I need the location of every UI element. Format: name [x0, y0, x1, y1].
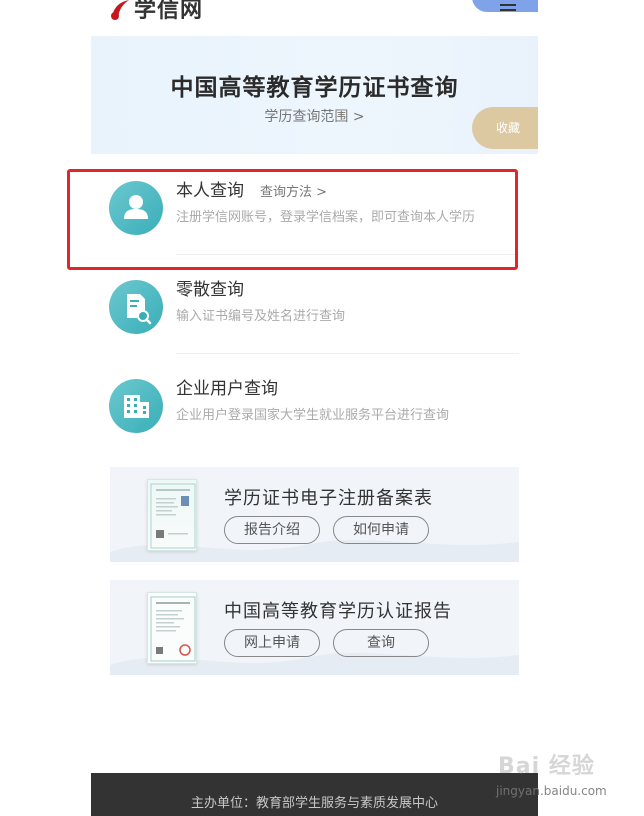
scattered-query-item[interactable]: 零散查询 输入证书编号及姓名进行查询 — [109, 273, 519, 353]
footer: 主办单位：教育部学生服务与素质发展中心 — [91, 773, 538, 816]
page: 学信网 中国高等教育学历证书查询 学历查询范围 > 收藏 本人查询 查询方法 >… — [91, 0, 538, 816]
scattered-query-desc: 输入证书编号及姓名进行查询 — [176, 309, 346, 324]
certification-report-card: 中国高等教育学历认证报告 网上申请 查询 — [110, 580, 519, 675]
certification-report-title: 中国高等教育学历认证报告 — [224, 601, 452, 622]
registration-form-title: 学历证书电子注册备案表 — [224, 488, 433, 509]
divider — [176, 353, 519, 354]
scattered-query-title: 零散查询 — [176, 280, 244, 300]
registration-certificate-thumbnail — [147, 479, 197, 551]
watermark-url: jingyan.baidu.com — [496, 784, 607, 798]
baidu-jingyan-watermark: Bai 经验 jingyan.baidu.com — [494, 744, 638, 804]
highlight-box — [67, 169, 518, 270]
enterprise-query-item[interactable]: 企业用户查询 企业用户登录国家大学生就业服务平台进行查询 — [109, 372, 519, 452]
document-search-icon — [109, 280, 163, 334]
top-bar: 学信网 — [91, 0, 538, 34]
building-icon — [109, 379, 163, 433]
query-button[interactable]: 查询 — [333, 629, 429, 657]
hero-banner: 中国高等教育学历证书查询 学历查询范围 > 收藏 — [91, 36, 538, 154]
watermark-logo-text: Bai 经验 — [498, 754, 595, 779]
footer-sponsor-text: 主办单位：教育部学生服务与素质发展中心 — [190, 796, 438, 811]
report-intro-button[interactable]: 报告介绍 — [224, 516, 320, 544]
registration-form-card: 学历证书电子注册备案表 报告介绍 如何申请 — [110, 467, 519, 562]
favorite-button[interactable]: 收藏 — [472, 107, 538, 149]
online-apply-button[interactable]: 网上申请 — [224, 629, 320, 657]
hamburger-menu-icon[interactable] — [472, 0, 538, 12]
enterprise-query-title: 企业用户查询 — [176, 379, 278, 399]
certification-report-thumbnail — [147, 592, 197, 664]
site-logo[interactable]: 学信网 — [109, 0, 203, 24]
how-to-apply-button[interactable]: 如何申请 — [333, 516, 429, 544]
xuexin-logo-icon — [109, 0, 131, 20]
logo-text: 学信网 — [134, 0, 204, 23]
query-scope-link[interactable]: 学历查询范围 > — [91, 106, 538, 126]
page-title: 中国高等教育学历证书查询 — [170, 75, 459, 101]
enterprise-query-desc: 企业用户登录国家大学生就业服务平台进行查询 — [176, 408, 450, 423]
